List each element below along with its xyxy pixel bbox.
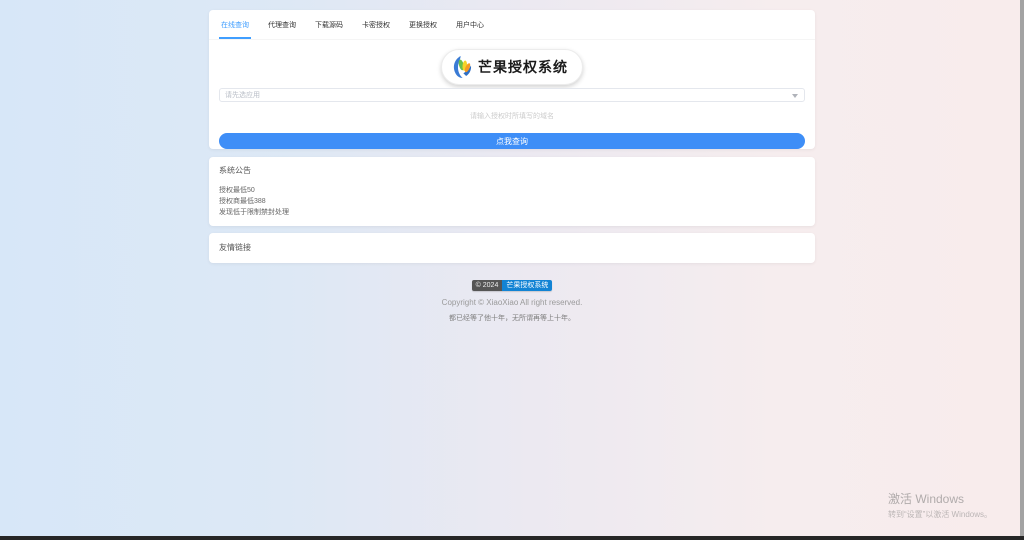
tab-agent-query[interactable]: 代理查询 [266,11,298,39]
tab-user-center[interactable]: 用户中心 [454,11,486,39]
footer-quote: 都已经等了他十年，无所谓再等上十年。 [449,315,575,322]
query-card: 在线查询 代理查询 下载源码 卡密授权 更换授权 用户中心 芒果授权系统 请先选… [209,10,815,149]
announcement-title: 系统公告 [219,166,251,175]
window-right-edge [1020,0,1024,540]
announcement-line: 发现低于限制禁封处理 [219,209,289,216]
query-button[interactable]: 点我查询 [219,133,805,149]
logo-title: 芒果授权系统 [478,59,568,75]
announcement-line: 授权商最低388 [219,198,266,205]
tab-online-query[interactable]: 在线查询 [219,11,251,39]
links-title: 友情链接 [219,243,251,252]
chevron-down-icon [792,94,798,98]
badge-brand: 芒果授权系统 [502,280,553,291]
domain-hint: 请输入授权时所填写的域名 [470,113,554,120]
badge-year: © 2024 [471,280,503,291]
logo-row: 芒果授权系统 [209,49,815,85]
links-card: 友情链接 [209,233,815,263]
windows-activation-watermark: 激活 Windows 转到“设置”以激活 Windows。 [888,490,992,520]
announcement-lines: 授权最低50 授权商最低388 发现低于限制禁封处理 [219,185,805,218]
page-content: 在线查询 代理查询 下载源码 卡密授权 更换授权 用户中心 芒果授权系统 请先选… [209,0,815,323]
app-select-placeholder: 请先选应用 [225,92,260,99]
announcement-card: 系统公告 授权最低50 授权商最低388 发现低于限制禁封处理 [209,157,815,226]
copyright-badge[interactable]: © 2024 芒果授权系统 [471,280,553,291]
app-select[interactable]: 请先选应用 [219,88,805,102]
logo: 芒果授权系统 [441,49,583,85]
tab-download-source[interactable]: 下载源码 [313,11,345,39]
watermark-title: 激活 Windows [888,492,965,506]
copyright-text: Copyright © XiaoXiao All right reserved. [441,298,583,307]
tab-bar: 在线查询 代理查询 下载源码 卡密授权 更换授权 用户中心 [209,10,815,40]
announcement-line: 授权最低50 [219,187,255,194]
tab-card-auth[interactable]: 卡密授权 [360,11,392,39]
footer: © 2024 芒果授权系统 Copyright © XiaoXiao All r… [209,270,815,323]
tab-change-auth[interactable]: 更换授权 [407,11,439,39]
mango-logo-icon [451,55,473,79]
window-bottom-edge [0,536,1024,540]
watermark-subtitle: 转到“设置”以激活 Windows。 [888,510,993,519]
